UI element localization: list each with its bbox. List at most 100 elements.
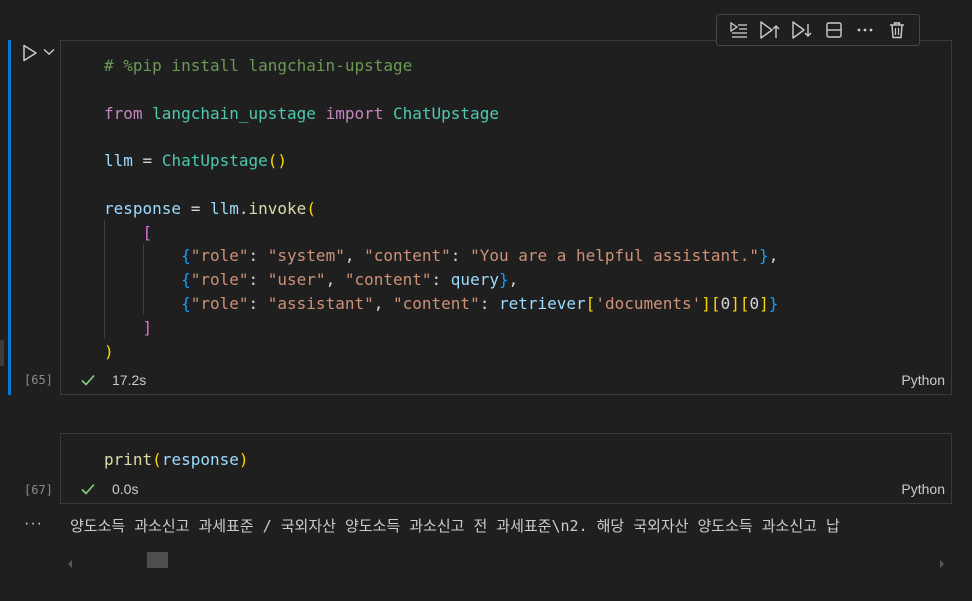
code-token: query (450, 270, 499, 290)
code-line: [ (104, 221, 778, 245)
cell-language[interactable]: Python (901, 372, 945, 388)
split-cell-button[interactable] (821, 17, 847, 43)
code-line: {"role": "system", "content": "You are a… (104, 244, 778, 268)
code-token: langchain_upstage (142, 103, 326, 123)
success-check-icon (80, 372, 96, 388)
code-token: "role" (190, 270, 249, 290)
code-token: import (325, 103, 384, 123)
code-token: } (498, 270, 509, 290)
code-token: "content" (344, 270, 432, 290)
code-token: llm (209, 198, 239, 218)
code-line: llm = ChatUpstage() (104, 149, 778, 173)
code-token: ( (152, 450, 162, 469)
code-token: : (248, 293, 268, 313)
code-token: ) (104, 341, 114, 361)
code-line: # %pip install langchain-upstage (104, 54, 778, 78)
execution-time: 17.2s (112, 372, 147, 388)
gutter-marker (0, 340, 4, 366)
code-token: ( (306, 198, 316, 218)
code-token: } (768, 293, 779, 313)
code-token: ] (142, 317, 153, 337)
execute-above-cells-button[interactable] (726, 17, 752, 43)
code-token: , (373, 293, 393, 313)
code-cell-editor[interactable]: print(response) (60, 433, 952, 504)
code-token: () (267, 151, 288, 171)
chevron-down-icon (43, 48, 55, 55)
code-line: response = llm.invoke( (104, 197, 778, 221)
code-token: "system" (267, 246, 345, 266)
run-below-icon (792, 21, 812, 39)
code-token: [ (585, 293, 596, 313)
cell-output-text: 양도소득 과소신고 과세표준 / 국외자산 양도소득 과소신고 전 과세표준\n… (70, 517, 840, 535)
code-token: ) (238, 450, 249, 469)
code-token: [ (710, 293, 721, 313)
execution-time: 0.0s (112, 481, 139, 497)
code-token: "content" (364, 246, 451, 266)
delete-icon (890, 22, 905, 39)
execute-above-icon (730, 21, 747, 38)
code-token: { (181, 293, 191, 313)
code-line: print(response) (104, 448, 249, 472)
more-icon (858, 28, 873, 32)
code-token: # %pip install langchain-upstage (104, 56, 413, 75)
code-line: from langchain_upstage import ChatUpstag… (104, 102, 778, 126)
run-below-button[interactable] (789, 17, 815, 43)
code-line: {"role": "user", "content": query}, (104, 268, 778, 292)
delete-cell-button[interactable] (884, 17, 910, 43)
run-above-button[interactable] (757, 17, 783, 43)
code-line: ] (104, 316, 778, 340)
more-actions-button[interactable] (852, 17, 878, 43)
code-token: response (104, 198, 182, 218)
code-token: response (161, 450, 239, 469)
code-token: from (104, 103, 143, 123)
code-token: "role" (190, 246, 249, 266)
scroll-right-arrow[interactable] (938, 556, 946, 574)
code-token: ChatUpstage (161, 151, 268, 171)
code-token: retriever (498, 293, 586, 313)
code-token: = (132, 151, 162, 171)
code-cell-editor[interactable]: # %pip install langchain-upstage from la… (60, 40, 952, 395)
cell-focus-indicator (8, 40, 11, 395)
code-token: , (325, 270, 345, 290)
code-token: , (344, 246, 365, 266)
code-content: print(response) (104, 448, 249, 472)
code-token: { (181, 270, 191, 290)
code-token: "You are a helpful assistant." (470, 246, 760, 266)
cell-language[interactable]: Python (901, 481, 945, 497)
code-token: 'documents' (595, 293, 702, 313)
cell-toolbar (716, 14, 920, 46)
code-token: : (450, 246, 471, 266)
code-token: . (238, 198, 249, 218)
execution-count: [67] (24, 483, 53, 497)
code-token: ] (701, 293, 711, 313)
code-token: "role" (190, 293, 249, 313)
code-token: , (508, 270, 519, 290)
run-cell-button[interactable] (20, 43, 40, 63)
horizontal-scrollbar-thumb[interactable] (147, 552, 168, 568)
code-token: print (104, 450, 153, 469)
code-token: { (181, 246, 191, 266)
success-check-icon (80, 481, 96, 497)
code-token: ] (759, 293, 769, 313)
output-more-actions[interactable]: ··· (24, 515, 43, 533)
code-token: } (759, 246, 769, 266)
code-token: [ (142, 222, 153, 242)
code-token: "user" (267, 270, 326, 290)
code-token: ChatUpstage (383, 103, 499, 123)
caret-right-icon (940, 560, 944, 568)
code-token: : (479, 293, 499, 313)
code-token: "assistant" (267, 293, 374, 313)
code-token: ] (730, 293, 740, 313)
run-options-dropdown[interactable] (42, 45, 56, 59)
code-token: , (768, 246, 779, 266)
scroll-left-arrow[interactable] (66, 556, 74, 574)
code-token: invoke (248, 198, 307, 218)
